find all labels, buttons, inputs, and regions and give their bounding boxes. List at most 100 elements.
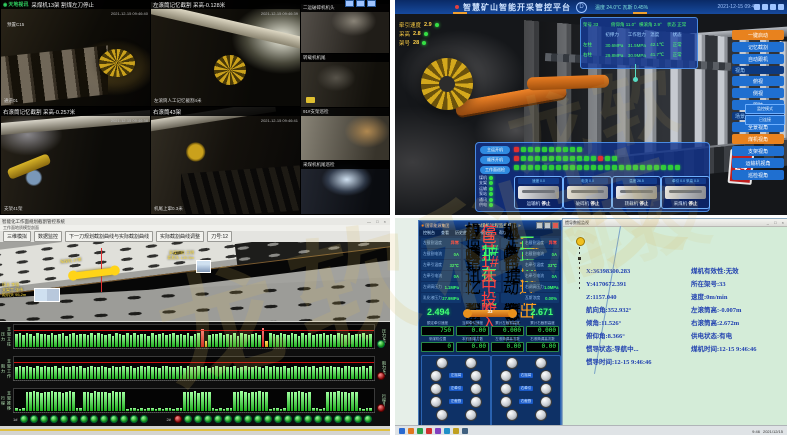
mini-panel-item[interactable]: 已连接 (745, 115, 785, 125)
round-button[interactable] (506, 409, 518, 421)
support-indicator[interactable] (521, 165, 526, 170)
sequence-button[interactable]: 主运开机 (480, 146, 510, 154)
sequence-button[interactable]: 顺序开机 (480, 156, 510, 164)
camera-cell[interactable]: 右滚筒43架2021-12-15 09:46:41机尾上窜0.3米 (151, 107, 300, 214)
menu-button[interactable]: 俯视 (732, 76, 784, 86)
support-indicator[interactable] (584, 156, 589, 161)
support-indicator[interactable] (612, 165, 617, 170)
toolbar-button[interactable]: 数据监控 (34, 231, 62, 242)
taskbar-icon[interactable] (426, 428, 432, 434)
round-button[interactable] (535, 409, 547, 421)
camera-cell[interactable]: 右滚筒记忆截割 采高-0.257米2021-12-15 09:46:38支架41… (1, 107, 150, 214)
support-indicator[interactable] (591, 165, 596, 170)
support-indicator[interactable] (514, 147, 519, 152)
support-indicator[interactable] (577, 156, 582, 161)
round-button[interactable] (500, 383, 512, 395)
support-indicator[interactable] (563, 147, 568, 152)
support-indicator[interactable] (556, 147, 561, 152)
support-indicator[interactable] (521, 147, 526, 152)
support-indicator[interactable] (570, 165, 575, 170)
support-indicator[interactable] (535, 147, 540, 152)
support-indicator[interactable] (584, 165, 589, 170)
menu-button[interactable]: 巡检视角 (732, 170, 784, 180)
support-indicator[interactable] (549, 147, 554, 152)
support-indicator[interactable] (542, 147, 547, 152)
menu-item[interactable]: 查看 (441, 230, 449, 236)
video-wall-window-icons[interactable] (345, 0, 376, 6)
taskbar-icon[interactable] (408, 428, 414, 434)
support-indicator[interactable] (514, 165, 519, 170)
support-indicator[interactable] (563, 165, 568, 170)
menu-button[interactable]: 煤机视角 (732, 134, 784, 144)
support-indicator[interactable] (612, 156, 617, 161)
system-tray[interactable]: 9:46 2021/12/15 (752, 429, 783, 434)
round-button[interactable] (470, 383, 482, 395)
taskbar-icon[interactable] (399, 428, 405, 434)
header-window-icons[interactable] (754, 4, 784, 10)
menu-button[interactable]: 自动跟机 (732, 54, 784, 64)
menu-button[interactable]: 一键启动 (732, 30, 784, 40)
camera-cell-small[interactable]: 采煤机机尾巡检 (301, 161, 389, 214)
support-indicator[interactable] (570, 156, 575, 161)
support-indicator[interactable] (535, 165, 540, 170)
planner-window-controls[interactable]: — □ × (367, 219, 388, 224)
mini-panel-item[interactable]: 监控模式 (745, 104, 785, 114)
round-button[interactable] (436, 409, 448, 421)
seam-profile-map[interactable]: 采煤机 37架 采煤司机 王明距机头 130.5m 班长 李强支架工 张伟距机头… (0, 242, 390, 321)
toolbar-button[interactable]: 下一刀规划截割曲线与实际截割曲线 (65, 231, 153, 242)
support-indicator[interactable] (640, 165, 645, 170)
toolbar-button[interactable]: 三维模拟 (3, 231, 31, 242)
support-indicator[interactable] (528, 156, 533, 161)
equipment-card[interactable]: 牵引 0.0 采高 0.0采煤机 停止 (661, 176, 710, 209)
support-indicator[interactable] (542, 165, 547, 170)
round-button[interactable] (540, 383, 552, 395)
replay-icon[interactable] (306, 97, 315, 103)
support-indicator[interactable] (675, 165, 680, 170)
sequence-button[interactable]: 工作面巡检 (480, 166, 510, 174)
support-indicator[interactable] (549, 156, 554, 161)
support-indicator[interactable] (535, 156, 540, 161)
support-indicator[interactable] (514, 156, 519, 161)
support-indicator[interactable] (661, 165, 666, 170)
support-indicator[interactable] (549, 165, 554, 170)
support-indicator[interactable] (633, 165, 638, 170)
taskbar-icon[interactable] (444, 428, 450, 434)
camera-cell-small[interactable]: 91#支架巡检 (301, 108, 389, 160)
support-indicator[interactable] (626, 165, 631, 170)
round-button[interactable] (430, 396, 442, 408)
round-button[interactable] (540, 396, 552, 408)
round-button[interactable] (430, 383, 442, 395)
control-window-controls[interactable] (536, 222, 559, 229)
round-button[interactable] (465, 409, 477, 421)
round-button[interactable] (465, 357, 477, 369)
nav-window-controls[interactable]: _ □ × (767, 220, 786, 225)
support-indicator[interactable] (570, 147, 575, 152)
round-button[interactable] (500, 370, 512, 382)
support-indicator[interactable] (563, 156, 568, 161)
support-indicator[interactable] (654, 165, 659, 170)
taskbar-icon[interactable] (453, 428, 459, 434)
menu-button[interactable]: 侧视 (732, 88, 784, 98)
miner-photo[interactable] (196, 260, 211, 273)
camera-cell[interactable]: 左滚筒记忆截割 采高-0.128米2021-12-15 09:46:39左滚筒人… (151, 0, 300, 106)
support-indicator[interactable] (528, 147, 533, 152)
taskbar-icon[interactable] (417, 428, 423, 434)
support-indicator[interactable] (577, 147, 582, 152)
support-indicator[interactable] (605, 156, 610, 161)
support-indicator[interactable] (619, 165, 624, 170)
camera-cell-small[interactable]: 二运破碎机机头 (301, 4, 389, 53)
round-button[interactable] (506, 357, 518, 369)
miner-photo-pair[interactable] (34, 288, 60, 302)
taskbar-icon[interactable] (462, 428, 468, 434)
round-button[interactable] (436, 357, 448, 369)
round-button[interactable] (470, 370, 482, 382)
menu-button[interactable]: 记忆截割 (732, 42, 784, 52)
support-indicator[interactable] (521, 156, 526, 161)
round-button[interactable] (500, 396, 512, 408)
support-indicator[interactable] (556, 156, 561, 161)
round-button[interactable] (540, 370, 552, 382)
support-indicator[interactable] (605, 165, 610, 170)
support-indicator[interactable] (591, 156, 596, 161)
toolbar-button[interactable]: 刀号:12 (207, 231, 232, 242)
toolbar-button[interactable]: 实际截割曲线调整 (156, 231, 204, 242)
